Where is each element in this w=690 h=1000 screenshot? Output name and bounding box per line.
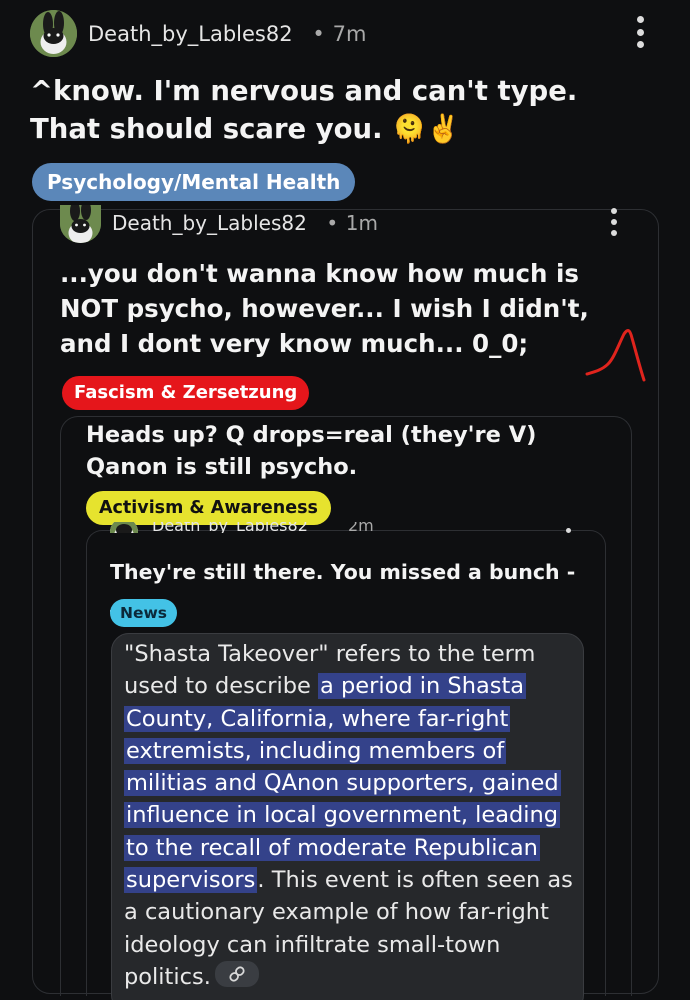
timestamp: 7m xyxy=(332,22,367,46)
kebab-dot-icon xyxy=(611,219,617,225)
reply-header: Death_by_Lables82 • 1m xyxy=(112,210,378,237)
reply-body: ...you don't wanna know how much is NOT … xyxy=(60,259,589,358)
tag-activism[interactable]: Activism & Awareness xyxy=(86,491,331,525)
tag-psychology[interactable]: Psychology/Mental Health xyxy=(32,163,356,201)
tag-fascism[interactable]: Fascism & Zersetzung xyxy=(62,376,310,410)
avatar[interactable] xyxy=(30,10,77,57)
kebab-dot-icon[interactable] xyxy=(566,528,571,533)
kebab-dot-icon xyxy=(611,230,617,236)
timestamp: 1m xyxy=(345,211,378,235)
overlap-mask xyxy=(110,533,590,547)
username[interactable]: Death_by_Lables82 xyxy=(88,22,293,46)
separator: • xyxy=(326,211,339,235)
link-icon xyxy=(229,966,245,983)
handwritten-caret-annotation-icon xyxy=(585,329,646,382)
more-options-button[interactable] xyxy=(608,208,620,236)
tag-news[interactable]: News xyxy=(110,599,178,627)
link-chip[interactable] xyxy=(214,961,259,988)
username[interactable]: Death_by_Lables82 xyxy=(112,211,307,235)
rabbit-avatar-icon xyxy=(60,205,101,243)
kebab-dot-icon xyxy=(611,208,617,214)
reply-body: They're still there. You missed a bunch … xyxy=(110,560,576,612)
kebab-dot-icon xyxy=(636,16,644,23)
reply-header: Death_by_Lables82 2m xyxy=(110,522,590,547)
quote-highlighted-text: a period in Shasta County, California, w… xyxy=(124,673,561,894)
post-header: Death_by_Lables82 • 7m xyxy=(88,20,366,49)
post-body: ^know. I'm nervous and can't type. That … xyxy=(30,75,578,145)
kebab-dot-icon xyxy=(636,41,644,48)
quoted-text: "Shasta Takeover" refers to the term use… xyxy=(124,638,574,993)
reply-body: Heads up? Q drops=real (they're V) Qanon… xyxy=(86,422,537,480)
separator: • xyxy=(312,22,325,46)
more-options-button[interactable] xyxy=(634,16,646,48)
rabbit-avatar-icon xyxy=(30,10,77,57)
avatar[interactable] xyxy=(60,205,101,243)
kebab-dot-icon xyxy=(636,28,644,36)
